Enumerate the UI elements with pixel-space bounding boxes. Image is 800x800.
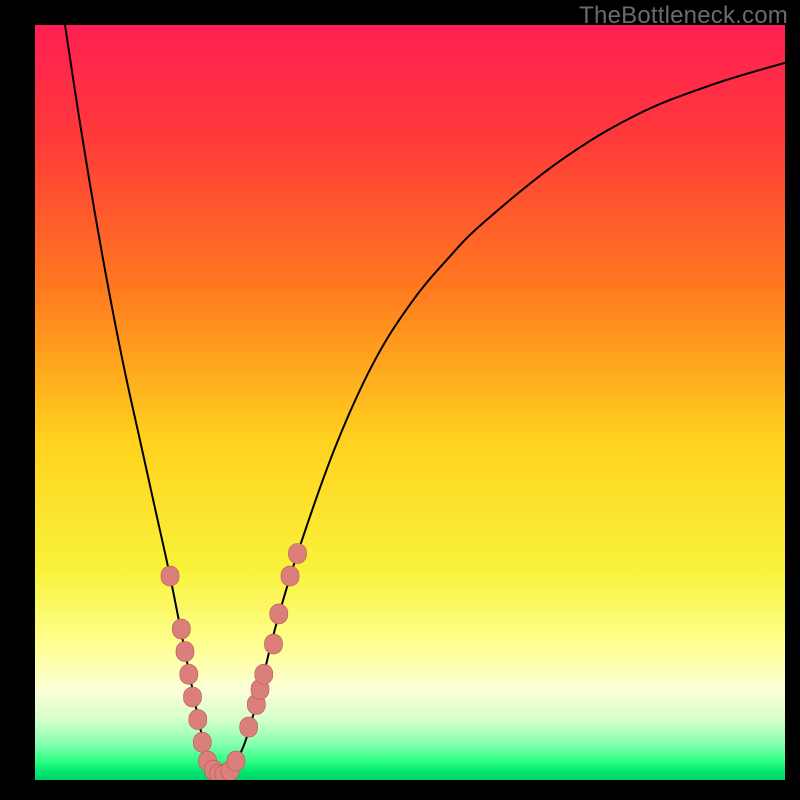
marker-dot bbox=[227, 751, 245, 771]
marker-dot bbox=[189, 710, 207, 730]
marker-dot bbox=[289, 544, 307, 564]
curve-path bbox=[65, 25, 785, 780]
marker-dot bbox=[184, 687, 202, 707]
marker-dot bbox=[265, 634, 283, 654]
marker-dot bbox=[240, 717, 258, 737]
marker-dot bbox=[172, 619, 190, 639]
chart-svg bbox=[35, 25, 785, 780]
marker-dot bbox=[161, 566, 179, 586]
marker-dot bbox=[193, 732, 211, 752]
marker-dot bbox=[270, 604, 288, 624]
marker-dot bbox=[176, 642, 194, 662]
marker-dot bbox=[180, 664, 198, 684]
marker-dot bbox=[281, 566, 299, 586]
outer-frame: TheBottleneck.com bbox=[0, 0, 800, 800]
marker-dot bbox=[255, 664, 273, 684]
watermark-text: TheBottleneck.com bbox=[579, 2, 788, 30]
plot-area bbox=[35, 25, 785, 780]
